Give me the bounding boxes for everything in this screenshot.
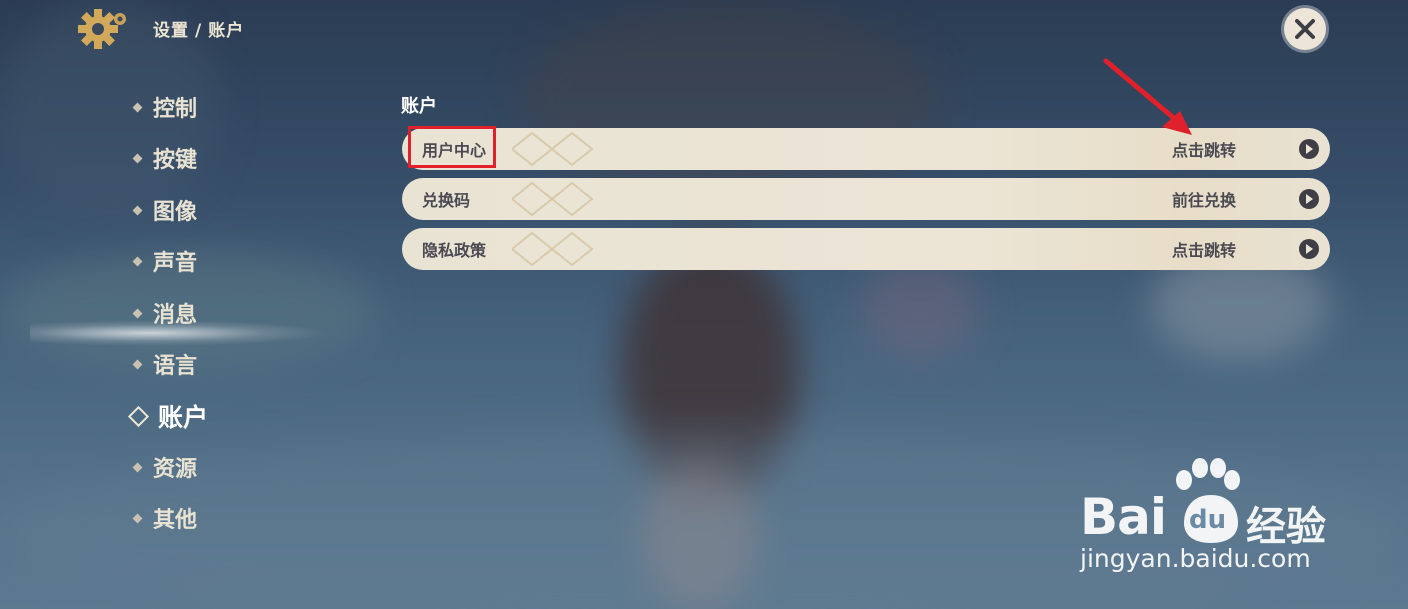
watermark-du: du xyxy=(1189,505,1227,535)
close-icon xyxy=(1295,19,1315,39)
sidebar-item-label: 语言 xyxy=(153,354,198,379)
watermark-bai: Bai xyxy=(1080,488,1167,546)
bullet-icon xyxy=(132,102,143,112)
watermark-url: jingyan.baidu.com xyxy=(1080,544,1311,573)
redeem-code-row[interactable]: 兑换码 前往兑换 xyxy=(402,178,1330,220)
breadcrumb-section[interactable]: 设置 xyxy=(153,21,189,41)
row-label: 兑换码 xyxy=(422,191,471,210)
play-arrow-icon xyxy=(1299,189,1319,209)
red-arrow-annotation xyxy=(1103,58,1192,135)
sidebar-item-language[interactable]: 语言 xyxy=(130,344,197,384)
bullet-icon xyxy=(132,308,143,318)
bullet-icon xyxy=(132,513,143,523)
sidebar-item-label: 其他 xyxy=(153,508,198,533)
breadcrumb-page: 账户 xyxy=(208,21,245,41)
baidu-jingyan-watermark: Bai du 经验 jingyan.baidu.com xyxy=(1080,458,1380,588)
watermark-du-badge: du xyxy=(1182,493,1240,545)
sidebar-item-label: 资源 xyxy=(153,457,198,482)
bullet-icon xyxy=(132,462,143,472)
row-pattern xyxy=(512,131,594,167)
row-action-label: 前往兑换 xyxy=(1172,191,1237,210)
breadcrumb: 设置 / 账户 xyxy=(153,16,244,41)
highlight-box xyxy=(408,126,496,168)
sidebar-item-label: 声音 xyxy=(153,251,198,276)
sidebar-item-graphics[interactable]: 图像 xyxy=(130,190,197,230)
row-pattern xyxy=(512,231,594,267)
breadcrumb-separator: / xyxy=(195,21,203,41)
gear-icon xyxy=(74,6,132,52)
sidebar-item-messages[interactable]: 消息 xyxy=(130,293,197,333)
sidebar-item-controls[interactable]: 控制 xyxy=(130,87,197,127)
row-action-label: 点击跳转 xyxy=(1172,241,1237,260)
row-pattern xyxy=(512,181,594,217)
bullet-icon xyxy=(132,256,143,266)
sidebar-item-audio[interactable]: 声音 xyxy=(130,241,197,281)
close-button[interactable] xyxy=(1284,8,1326,50)
sidebar-item-account[interactable]: 账户 xyxy=(127,396,209,436)
play-arrow-icon xyxy=(1299,239,1319,259)
sidebar-item-label: 账户 xyxy=(158,403,209,432)
bullet-icon xyxy=(132,153,143,163)
sidebar-item-label: 控制 xyxy=(153,97,198,122)
sidebar-item-label: 消息 xyxy=(153,303,198,328)
row-label: 隐私政策 xyxy=(422,241,487,260)
active-diamond-icon xyxy=(127,405,150,427)
section-title: 账户 xyxy=(401,96,437,117)
bullet-icon xyxy=(132,359,143,369)
play-arrow-icon xyxy=(1299,139,1319,159)
sidebar-item-label: 按键 xyxy=(153,148,198,173)
sidebar-item-resources[interactable]: 资源 xyxy=(130,447,197,487)
sidebar-item-label: 图像 xyxy=(153,200,198,225)
bullet-icon xyxy=(132,205,143,215)
sidebar-item-keys[interactable]: 按键 xyxy=(130,138,197,178)
privacy-policy-row[interactable]: 隐私政策 点击跳转 xyxy=(402,228,1330,270)
sidebar-item-other[interactable]: 其他 xyxy=(130,498,197,538)
